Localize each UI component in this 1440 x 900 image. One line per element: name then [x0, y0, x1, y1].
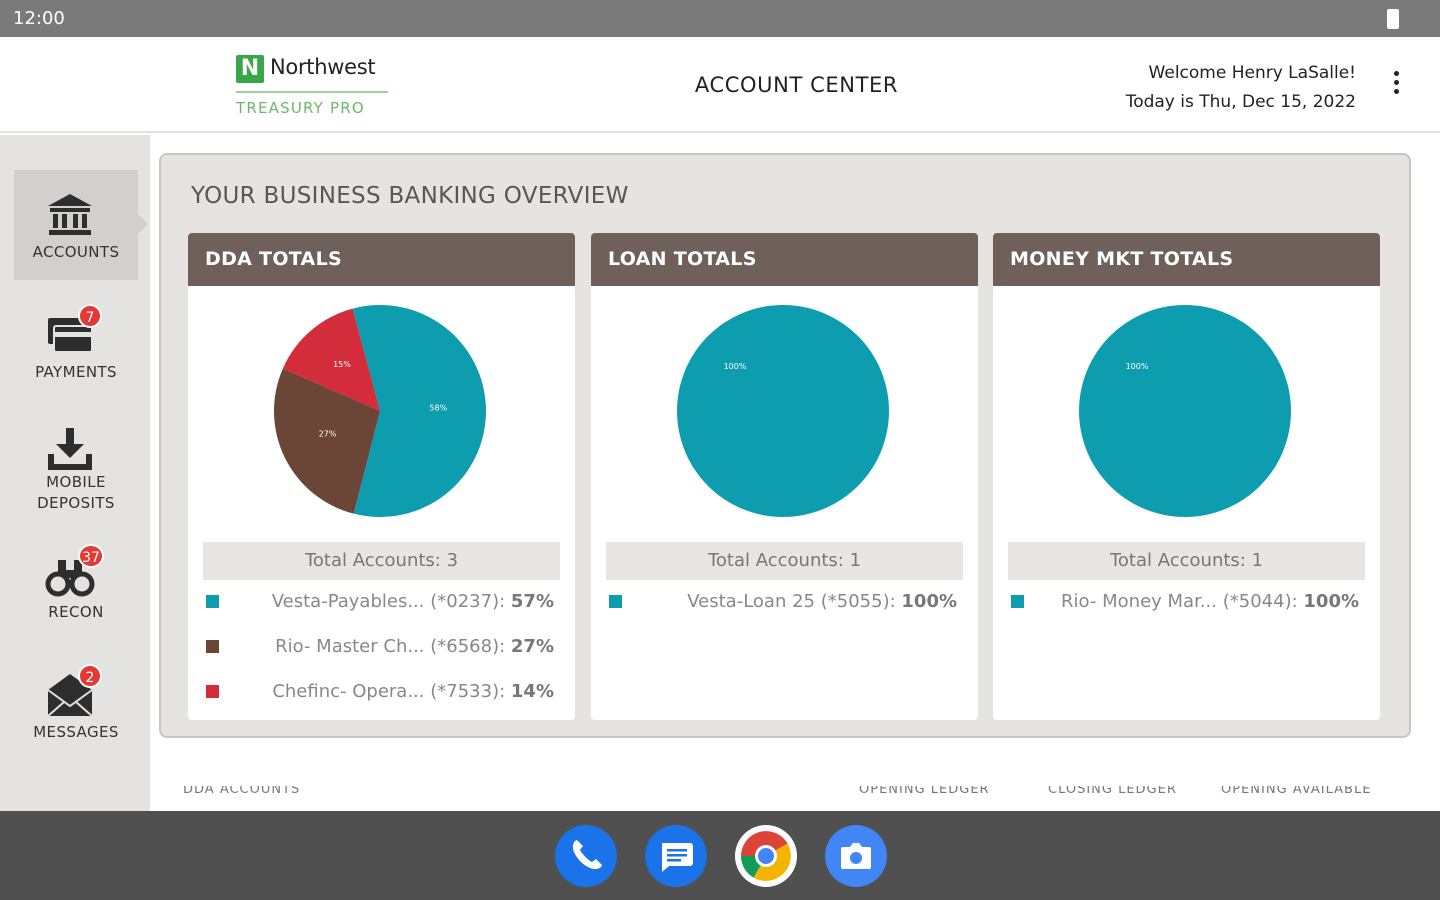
pie-slice-label: 100%	[1126, 362, 1149, 371]
payments-badge: 7	[78, 304, 102, 328]
legend-row[interactable]: Rio- Money Mar... (*5044): 100%	[1008, 587, 1365, 617]
column-header: DDA ACCOUNTS	[183, 786, 301, 796]
account-percent: 14%	[510, 681, 554, 702]
column-header: OPENING AVAILABLE	[1221, 786, 1372, 796]
legend-swatch	[609, 595, 622, 608]
sidebar-item-label-line2: DEPOSITS	[37, 494, 115, 512]
recon-badge: 37	[78, 544, 104, 568]
download-icon	[48, 428, 92, 470]
banking-overview-panel: YOUR BUSINESS BANKING OVERVIEW DDA TOTAL…	[159, 153, 1411, 738]
status-bar: 12:00	[0, 0, 1440, 37]
dda-pie-chart: 58% 27% 15%	[274, 305, 486, 517]
legend-row[interactable]: Chefinc- Opera... (*7533): 14%	[203, 677, 560, 707]
total-accounts: Total Accounts: 3	[203, 542, 560, 580]
sidebar-item-label: MESSAGES	[33, 723, 119, 741]
sidebar: ACCOUNTS 7 PAYMENTS MOBILE DEPOSITS 37 R…	[0, 135, 150, 811]
sidebar-item-messages[interactable]: 2 MESSAGES	[14, 650, 138, 760]
card-title: DDA TOTALS	[188, 233, 575, 286]
account-percent: 100%	[901, 591, 957, 612]
account-name: Vesta-Loan 25	[687, 591, 815, 612]
more-vert-icon[interactable]	[1392, 71, 1400, 97]
phone-icon	[572, 840, 602, 870]
camera-app-button[interactable]	[825, 825, 887, 887]
legend-swatch	[1011, 595, 1024, 608]
account-number: (*7533):	[430, 681, 506, 702]
pie-slice	[1079, 305, 1291, 517]
logo-subtitle: TREASURY PRO	[236, 99, 365, 117]
pie-slice-label: 27%	[319, 430, 337, 439]
legend-row[interactable]: Vesta-Loan 25 (*5055): 100%	[606, 587, 963, 617]
app-dock	[0, 811, 1440, 900]
sidebar-item-payments[interactable]: 7 PAYMENTS	[14, 290, 138, 400]
sidebar-item-label: RECON	[48, 603, 104, 621]
sidebar-item-recon[interactable]: 37 RECON	[14, 530, 138, 640]
messages-icon	[662, 843, 693, 872]
chrome-app-button[interactable]	[735, 825, 797, 887]
legend-swatch	[206, 595, 219, 608]
account-number: (*5044):	[1222, 591, 1298, 612]
legend-row[interactable]: Rio- Master Ch... (*6568): 27%	[203, 632, 560, 662]
app-header: N Northwest TREASURY PRO ACCOUNT CENTER …	[0, 37, 1440, 133]
legend-row[interactable]: Vesta-Payables... (*0237): 57%	[203, 587, 560, 617]
sidebar-item-accounts[interactable]: ACCOUNTS	[14, 170, 148, 280]
total-accounts: Total Accounts: 1	[1008, 542, 1365, 580]
column-header: CLOSING LEDGER	[1048, 786, 1177, 796]
phone-app-button[interactable]	[555, 825, 617, 887]
card-title: LOAN TOTALS	[591, 233, 978, 286]
battery-icon	[1387, 9, 1399, 29]
account-percent: 57%	[510, 591, 554, 612]
welcome-text: Welcome Henry LaSalle!	[1148, 63, 1356, 83]
sidebar-item-label: ACCOUNTS	[32, 243, 120, 261]
messages-badge: 2	[78, 664, 102, 688]
messages-app-button[interactable]	[645, 825, 707, 887]
main-content: YOUR BUSINESS BANKING OVERVIEW DDA TOTAL…	[150, 135, 1440, 811]
sidebar-item-mobile-deposits[interactable]: MOBILE DEPOSITS	[14, 410, 138, 520]
dda-accounts-table-header: DDA ACCOUNTS OPENING LEDGER CLOSING LEDG…	[183, 786, 1403, 796]
pie-slice	[677, 305, 889, 517]
pie-slice-label: 100%	[724, 362, 747, 371]
account-percent: 27%	[510, 636, 554, 657]
account-name: Rio- Master Ch...	[275, 636, 425, 657]
loan-totals-card: LOAN TOTALS 100% Total Accounts: 1 Vesta…	[591, 233, 978, 720]
account-percent: 100%	[1303, 591, 1359, 612]
total-accounts: Total Accounts: 1	[606, 542, 963, 580]
loan-pie-chart: 100%	[677, 305, 889, 517]
sidebar-item-label: MOBILE	[46, 473, 106, 491]
chrome-icon	[741, 831, 791, 881]
legend-swatch	[206, 640, 219, 653]
pie-slice-label: 58%	[429, 404, 447, 413]
bank-icon	[48, 194, 92, 235]
money-mkt-totals-card: MONEY MKT TOTALS 100% Total Accounts: 1 …	[993, 233, 1380, 720]
money-mkt-pie-chart: 100%	[1079, 305, 1291, 517]
account-name: Vesta-Payables...	[271, 591, 425, 612]
account-number: (*0237):	[430, 591, 506, 612]
account-number: (*5055):	[820, 591, 896, 612]
pie-slice-label: 15%	[333, 360, 351, 369]
legend-swatch	[206, 685, 219, 698]
overview-title: YOUR BUSINESS BANKING OVERVIEW	[191, 183, 629, 209]
camera-icon	[841, 843, 871, 869]
card-title: MONEY MKT TOTALS	[993, 233, 1380, 286]
sidebar-item-label: PAYMENTS	[35, 363, 117, 381]
account-number: (*6568):	[430, 636, 506, 657]
account-name: Chefinc- Opera...	[272, 681, 425, 702]
welcome-block: Welcome Henry LaSalle! Today is Thu, Dec…	[1126, 59, 1356, 117]
dda-totals-card: DDA TOTALS 58% 27% 15% Total Accounts: 3 V…	[188, 233, 575, 720]
date-text: Today is Thu, Dec 15, 2022	[1125, 92, 1356, 112]
account-name: Rio- Money Mar...	[1061, 591, 1217, 612]
column-header: OPENING LEDGER	[859, 786, 990, 796]
status-time: 12:00	[13, 8, 65, 29]
